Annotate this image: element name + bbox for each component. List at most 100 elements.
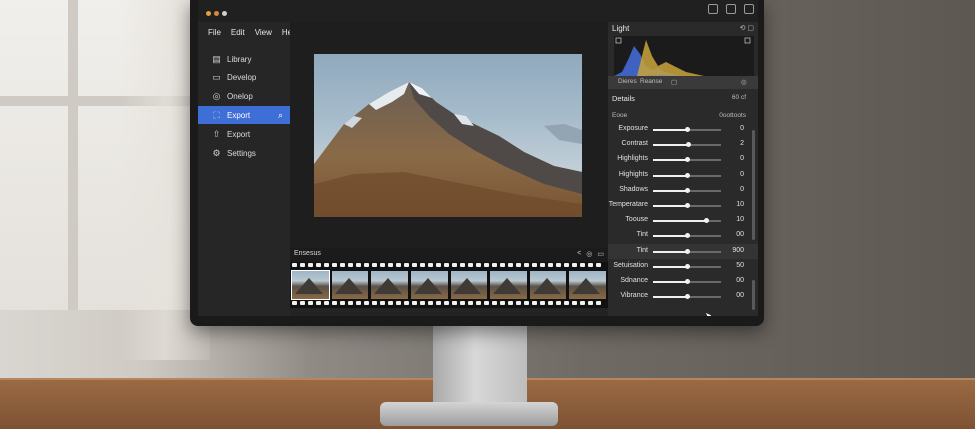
slider-value: 900 xyxy=(732,246,744,254)
sprocket-hole xyxy=(508,301,513,305)
settings-icon[interactable]: ◎ xyxy=(586,250,592,258)
menu-view[interactable]: View xyxy=(255,28,272,37)
search-icon[interactable]: ⌕ xyxy=(278,110,283,121)
sprocket-hole xyxy=(476,263,481,267)
filmstrip-frames xyxy=(291,270,606,300)
slider-label: Toouse xyxy=(625,216,648,224)
layout-icon[interactable] xyxy=(708,4,718,14)
sprocket-hole xyxy=(524,263,529,267)
sprocket-hole xyxy=(420,263,425,267)
details-title: Details xyxy=(612,94,635,103)
sprocket-hole xyxy=(380,263,385,267)
panel-scrollbar[interactable] xyxy=(752,130,755,240)
slider-track[interactable] xyxy=(653,172,721,178)
sidebar-item-export[interactable]: ⛶ Export ⌕ xyxy=(198,106,290,124)
slider-track[interactable] xyxy=(653,157,721,163)
slider-knob[interactable] xyxy=(685,127,690,132)
sprocket-hole xyxy=(452,263,457,267)
sprocket-hole xyxy=(516,263,521,267)
slider-row: Sdnance 00 xyxy=(608,274,758,289)
home-icon[interactable] xyxy=(744,4,754,14)
slider-fill xyxy=(653,174,687,177)
slider-knob[interactable] xyxy=(686,142,692,148)
slider-knob[interactable] xyxy=(704,218,710,224)
slider-knob[interactable] xyxy=(685,233,690,239)
sprocket-hole xyxy=(340,301,345,305)
sidebar-item-export[interactable]: ⇧ Export xyxy=(198,125,290,143)
slider-track[interactable] xyxy=(653,202,721,208)
sprocket-hole xyxy=(364,301,369,305)
folder-icon[interactable] xyxy=(726,4,736,14)
monitor-stand xyxy=(433,324,527,408)
slider-knob[interactable] xyxy=(685,278,690,284)
sprocket-hole xyxy=(596,263,601,267)
slider-track[interactable] xyxy=(653,187,721,193)
sprocket-hole xyxy=(484,301,489,305)
window-dot-minimize[interactable] xyxy=(214,11,219,16)
slider-track[interactable] xyxy=(653,127,721,132)
sprocket-row-bottom xyxy=(292,301,606,306)
menu-file[interactable]: File xyxy=(208,28,221,37)
sprocket-hole xyxy=(356,301,361,305)
sprocket-hole xyxy=(468,301,473,305)
sprocket-hole xyxy=(476,301,481,305)
clip-icon[interactable]: ▢ xyxy=(671,78,677,86)
sprocket-hole xyxy=(428,301,433,305)
slider-value: 2 xyxy=(740,140,744,148)
sidebar-item-onelop[interactable]: ◎ Onelop xyxy=(198,87,290,105)
filmstrip-thumbnail[interactable] xyxy=(410,271,448,299)
slider-knob[interactable] xyxy=(685,202,690,208)
slider-value: 0 xyxy=(740,155,744,163)
tone-label: Eooe xyxy=(612,112,628,119)
sidebar-item-label: Library xyxy=(227,54,252,64)
slider-knob[interactable] xyxy=(685,294,690,300)
slider-knob[interactable] xyxy=(685,172,690,178)
slider-track[interactable] xyxy=(653,233,721,239)
sidebar-item-settings[interactable]: ⚙ Settings xyxy=(198,144,290,162)
slider-knob[interactable] xyxy=(685,263,690,269)
slider-track[interactable] xyxy=(653,263,721,269)
window-dot-zoom[interactable] xyxy=(222,11,227,16)
menu-edit[interactable]: Edit xyxy=(231,28,245,37)
filmstrip-thumbnail[interactable] xyxy=(450,271,488,299)
mountain-photo[interactable] xyxy=(314,54,582,217)
sprocket-hole xyxy=(324,263,329,267)
gear-icon: ⚙ xyxy=(212,147,221,158)
sprocket-hole xyxy=(580,263,585,267)
slider-track[interactable] xyxy=(653,142,721,148)
slider-knob[interactable] xyxy=(685,157,690,163)
slider-knob[interactable] xyxy=(685,187,690,193)
filmstrip-thumbnail[interactable] xyxy=(569,271,606,299)
slider-track[interactable] xyxy=(653,294,721,300)
export-icon: ⛶ xyxy=(213,109,220,120)
folder-icon[interactable]: ▭ xyxy=(597,250,604,258)
slider-value: 10 xyxy=(736,216,744,224)
slider-track[interactable] xyxy=(653,248,721,254)
slider-track[interactable] xyxy=(653,218,721,224)
filmstrip-thumbnail[interactable] xyxy=(331,271,369,299)
sprocket-hole xyxy=(332,263,337,267)
sprocket-row-top xyxy=(292,263,606,268)
sprocket-hole xyxy=(372,263,377,267)
filmstrip-thumbnail[interactable] xyxy=(490,271,527,299)
slider-track[interactable] xyxy=(653,278,721,284)
filmstrip-thumbnail[interactable] xyxy=(529,271,567,299)
sprocket-hole xyxy=(340,263,345,267)
panel-scrollbar-lower[interactable] xyxy=(752,280,755,310)
histogram-label-1: Dieres xyxy=(618,78,637,85)
slider-fill xyxy=(653,250,687,253)
sidebar-item-develop[interactable]: ▭ Develop xyxy=(198,68,290,86)
filmstrip-thumbnail[interactable] xyxy=(371,271,408,299)
sidebar-item-library[interactable]: ▤ Library xyxy=(198,50,290,68)
sprocket-hole xyxy=(436,301,441,305)
slider-knob[interactable] xyxy=(685,248,690,254)
sprocket-hole xyxy=(556,301,561,305)
window-dot-close[interactable] xyxy=(206,11,211,16)
slider-fill xyxy=(653,204,687,207)
slider-row: Highights 0 xyxy=(608,168,758,183)
target-icon[interactable]: ◎ xyxy=(741,78,747,86)
filmstrip-thumbnail[interactable] xyxy=(291,270,330,300)
panel-header-icons[interactable]: ⟲ ▢ xyxy=(740,24,754,32)
slider-fill xyxy=(653,220,707,223)
share-icon[interactable]: < xyxy=(577,250,581,258)
